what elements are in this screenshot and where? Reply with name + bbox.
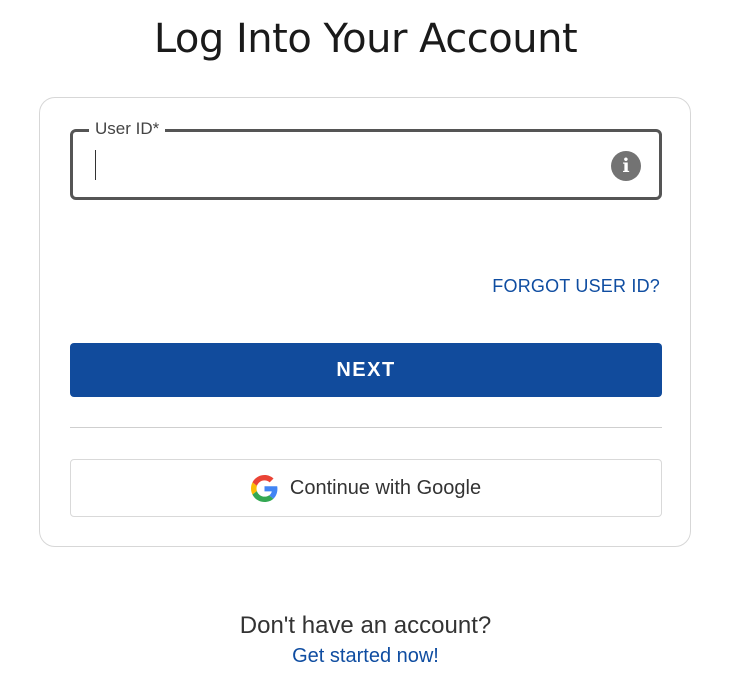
text-caret <box>95 150 96 180</box>
signup-prompt: Don't have an account? <box>239 612 492 639</box>
divider <box>70 427 662 428</box>
continue-with-google-button[interactable]: Continue with Google <box>70 459 662 517</box>
info-icon[interactable]: i <box>611 151 641 181</box>
user-id-label: User ID* <box>89 119 166 139</box>
page-title: Log Into Your Account <box>153 16 578 62</box>
user-id-field[interactable]: User ID* i <box>70 119 662 200</box>
user-id-input[interactable] <box>91 146 591 184</box>
next-button[interactable]: NEXT <box>70 343 662 397</box>
login-card: User ID* i FORGOT USER ID? NEXT Continue… <box>39 97 691 547</box>
google-button-label: Continue with Google <box>289 476 482 499</box>
google-logo-icon <box>250 474 278 502</box>
get-started-link[interactable]: Get started now! <box>0 645 731 668</box>
forgot-user-id-link[interactable]: FORGOT USER ID? <box>492 276 660 297</box>
